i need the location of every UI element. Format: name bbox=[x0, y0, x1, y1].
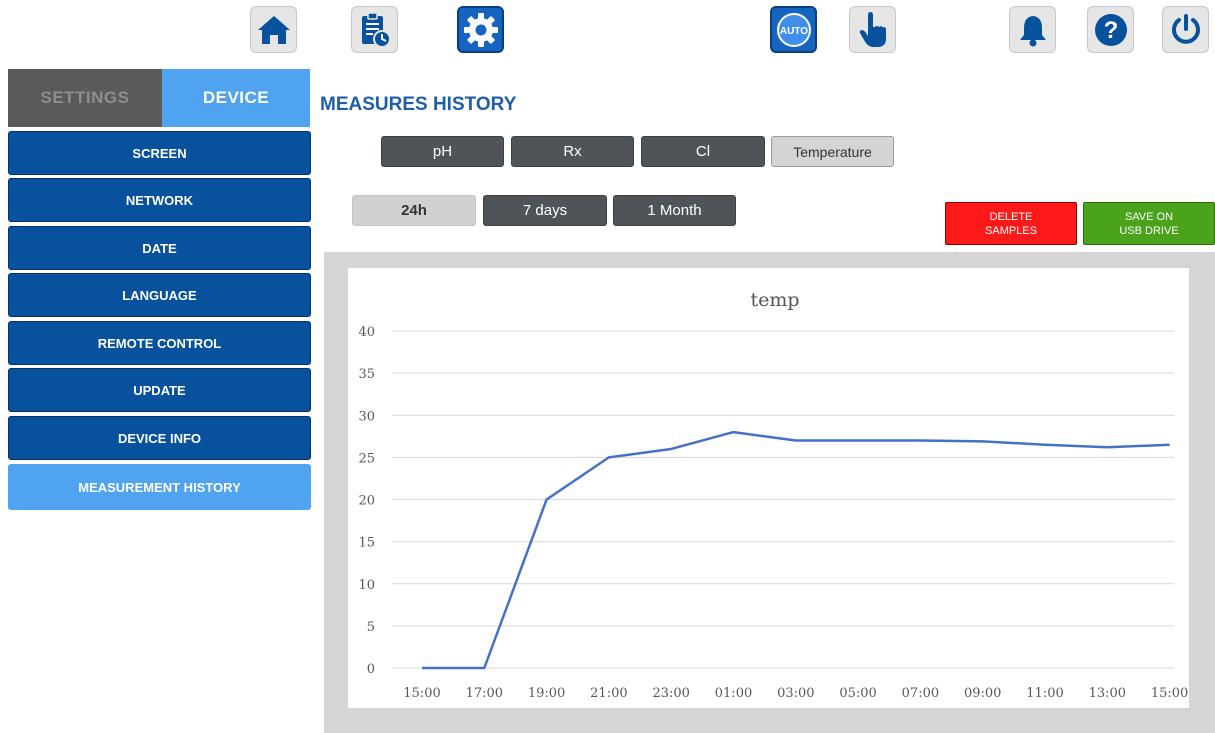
manual-mode-button[interactable] bbox=[849, 6, 896, 53]
y-tick-label: 20 bbox=[358, 494, 375, 509]
power-icon bbox=[1171, 13, 1200, 44]
save-usb-button[interactable]: SAVE ON USB DRIVE bbox=[1083, 202, 1215, 245]
auto-mode-button[interactable]: AUTO bbox=[770, 6, 817, 53]
x-tick-label: 01:00 bbox=[715, 686, 752, 701]
chart-card: temp 0 5 10 15 20 25 30 35 40 15:00 17:00 19:00 21:0… bbox=[348, 268, 1189, 708]
x-tick-label: 23:00 bbox=[652, 686, 689, 701]
clipboard-clock-icon bbox=[361, 11, 391, 48]
x-tick-label: 21:00 bbox=[590, 686, 627, 701]
tab-device[interactable]: DEVICE bbox=[162, 69, 310, 127]
power-button[interactable] bbox=[1162, 6, 1209, 53]
sidebar-item-remote-control[interactable]: REMOTE CONTROL bbox=[8, 321, 311, 365]
y-tick-label: 15 bbox=[358, 536, 375, 551]
delete-samples-button[interactable]: DELETE SAMPLES bbox=[945, 202, 1077, 245]
range-7-days[interactable]: 7 days bbox=[483, 195, 607, 226]
delete-line2: SAMPLES bbox=[985, 224, 1037, 237]
svg-text:?: ? bbox=[1103, 17, 1118, 44]
series-line bbox=[422, 430, 1170, 670]
settings-button[interactable] bbox=[457, 6, 504, 53]
y-tick-label: 10 bbox=[358, 578, 375, 593]
temperature-chart: temp 0 5 10 15 20 25 30 35 40 15:00 17:00 19:00 21:0… bbox=[358, 289, 1188, 701]
chart-title: temp bbox=[750, 289, 799, 311]
sidebar-item-measurement-history[interactable]: MEASUREMENT HISTORY bbox=[8, 464, 311, 510]
tab-ph[interactable]: pH bbox=[381, 136, 504, 167]
save-line2: USB DRIVE bbox=[1119, 224, 1179, 237]
sidebar-tabs: SETTINGS DEVICE bbox=[8, 69, 310, 127]
sidebar-item-language[interactable]: LANGUAGE bbox=[8, 273, 311, 317]
x-tick-label: 13:00 bbox=[1089, 686, 1126, 701]
y-tick-label: 30 bbox=[358, 409, 375, 424]
x-tick-label: 05:00 bbox=[839, 686, 876, 701]
auto-mode-icon: AUTO bbox=[776, 12, 811, 47]
alarms-button[interactable] bbox=[1009, 6, 1056, 53]
home-icon bbox=[257, 15, 290, 44]
x-tick-label: 09:00 bbox=[964, 686, 1001, 701]
y-tick-label: 25 bbox=[358, 451, 375, 466]
tab-settings[interactable]: SETTINGS bbox=[8, 69, 162, 127]
page-title: MEASURES HISTORY bbox=[320, 94, 517, 115]
x-tick-label: 17:00 bbox=[466, 686, 503, 701]
help-icon: ? bbox=[1094, 13, 1127, 46]
x-tick-label: 03:00 bbox=[777, 686, 814, 701]
x-tick-label: 07:00 bbox=[902, 686, 939, 701]
x-tick-label: 11:00 bbox=[1026, 686, 1063, 701]
y-tick-label: 0 bbox=[367, 662, 375, 677]
y-tick-label: 40 bbox=[358, 325, 375, 340]
y-tick-label: 5 bbox=[367, 620, 375, 635]
range-24h[interactable]: 24h bbox=[352, 195, 476, 226]
tab-rx[interactable]: Rx bbox=[511, 136, 634, 167]
save-line1: SAVE ON bbox=[1124, 210, 1174, 223]
tab-cl[interactable]: Cl bbox=[641, 136, 765, 167]
sidebar-item-network[interactable]: NETWORK bbox=[8, 178, 311, 222]
bell-icon bbox=[1019, 15, 1046, 46]
help-button[interactable]: ? bbox=[1087, 6, 1134, 53]
range-1-month[interactable]: 1 Month bbox=[613, 195, 736, 226]
sidebar-item-screen[interactable]: SCREEN bbox=[8, 131, 311, 175]
hand-pointer-icon bbox=[859, 11, 886, 47]
x-tick-label: 19:00 bbox=[528, 686, 565, 701]
gear-icon bbox=[463, 12, 498, 47]
home-button[interactable] bbox=[250, 6, 297, 53]
tab-temperature[interactable]: Temperature bbox=[771, 136, 894, 167]
x-tick-label: 15:00 bbox=[403, 686, 440, 701]
x-tick-label: 15:00 bbox=[1151, 686, 1188, 701]
sidebar-item-device-info[interactable]: DEVICE INFO bbox=[8, 416, 311, 460]
delete-line1: DELETE bbox=[989, 210, 1033, 223]
y-tick-label: 35 bbox=[358, 367, 375, 382]
sidebar-item-update[interactable]: UPDATE bbox=[8, 368, 311, 412]
sidebar-item-date[interactable]: DATE bbox=[8, 226, 311, 270]
auto-label: AUTO bbox=[779, 26, 807, 37]
history-button[interactable] bbox=[351, 6, 398, 53]
